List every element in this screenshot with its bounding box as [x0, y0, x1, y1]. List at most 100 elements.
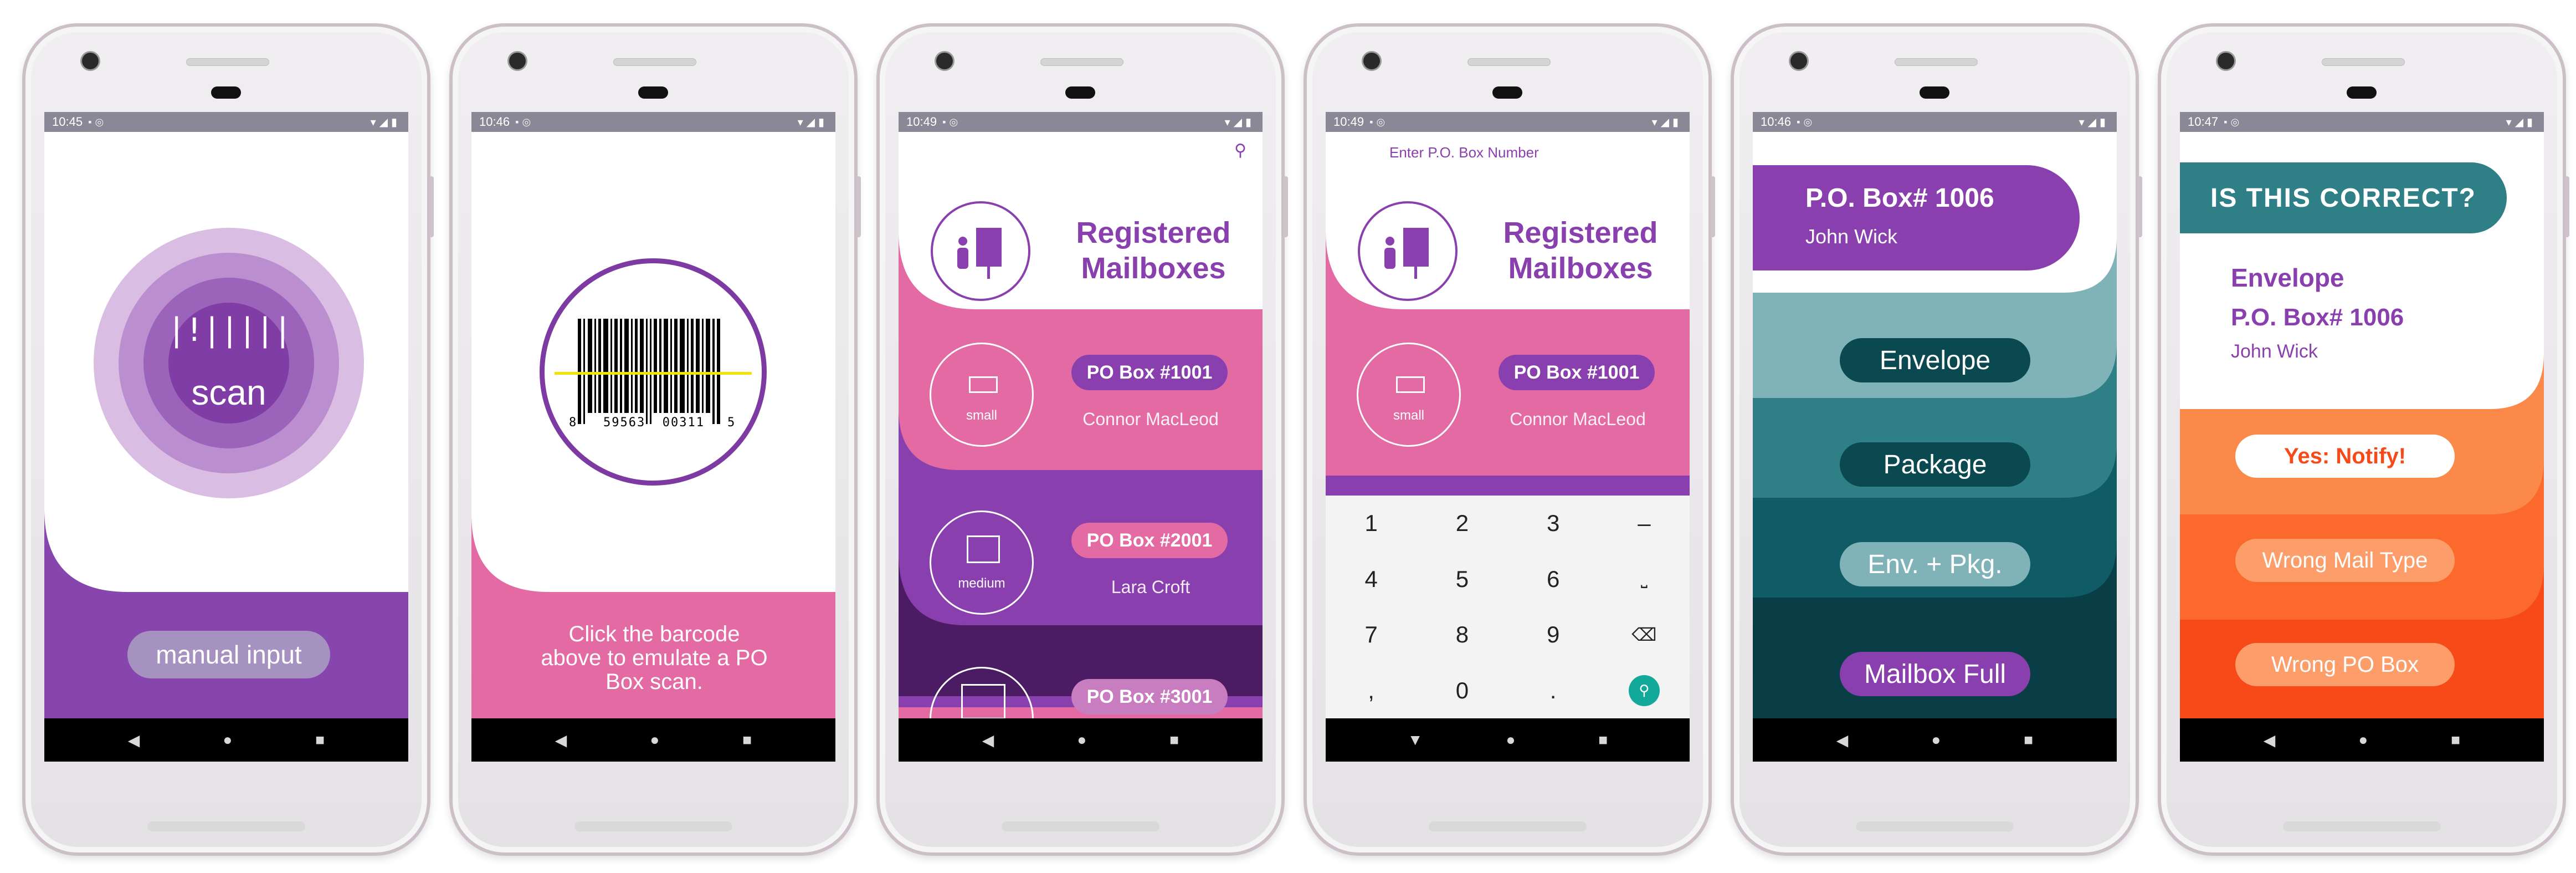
- search-icon: ⚲: [1628, 675, 1660, 706]
- power-button: [1284, 176, 1288, 237]
- recents-icon[interactable]: ■: [2451, 731, 2460, 749]
- list-item[interactable]: small PO Box #1001 Connor MacLeod: [1326, 343, 1690, 453]
- envelope-and-package-button[interactable]: Env. + Pkg.: [1840, 542, 2030, 586]
- recents-icon[interactable]: ■: [1169, 731, 1179, 749]
- title-line-2: Mailboxes: [1081, 252, 1226, 285]
- key-2[interactable]: 2: [1417, 496, 1507, 552]
- bottom-speaker: [574, 821, 732, 831]
- key-period[interactable]: .: [1508, 663, 1599, 719]
- nav-bar: ◀ ● ■: [471, 718, 835, 762]
- back-icon[interactable]: ◀: [1836, 731, 1849, 749]
- notification-icons: ▪◎: [1797, 116, 1816, 127]
- notification-icons: ▪◎: [515, 116, 535, 127]
- recents-icon[interactable]: ■: [2024, 731, 2033, 749]
- mailbox-full-button[interactable]: Mailbox Full: [1840, 652, 2030, 696]
- yes-notify-button[interactable]: Yes: Notify!: [2235, 435, 2455, 478]
- size-label: medium: [958, 576, 1005, 591]
- package-button[interactable]: Package: [1840, 442, 2030, 487]
- home-icon[interactable]: ●: [1931, 731, 1941, 749]
- backspace-icon[interactable]: ⌫: [1599, 607, 1690, 663]
- nav-bar: ◀ ● ■: [1753, 718, 2117, 762]
- bottom-speaker: [1856, 821, 2014, 831]
- key-7[interactable]: 7: [1326, 607, 1417, 663]
- envelope-label: Envelope: [1879, 345, 1991, 375]
- key-4[interactable]: 4: [1326, 552, 1417, 607]
- front-camera: [1363, 53, 1380, 69]
- status-bar: 10:45 ▪◎ ▾◢▮: [44, 112, 408, 132]
- key-comma[interactable]: ,: [1326, 663, 1417, 719]
- speaker-grill: [1467, 58, 1551, 66]
- key-search[interactable]: ⚲: [1599, 663, 1690, 719]
- key-1[interactable]: 1: [1326, 496, 1417, 552]
- title-line-1: Registered: [1503, 216, 1658, 249]
- home-icon[interactable]: ●: [650, 731, 659, 749]
- home-icon[interactable]: ●: [1506, 731, 1515, 749]
- title-line-2: Mailboxes: [1508, 252, 1653, 285]
- key-8[interactable]: 8: [1417, 607, 1507, 663]
- notification-icons: ▪◎: [1369, 116, 1389, 127]
- recents-icon[interactable]: ■: [315, 731, 325, 749]
- sensor: [1920, 86, 1949, 99]
- wrong-pobox-label: Wrong PO Box: [2271, 652, 2419, 677]
- owner-name: Connor MacLeod: [1082, 409, 1219, 429]
- size-label: small: [966, 408, 997, 423]
- wrong-mail-type-button[interactable]: Wrong Mail Type: [2235, 539, 2455, 582]
- list-item[interactable]: medium PO Box #2001 Lara Croft: [899, 510, 1263, 621]
- pobox-number: PO Box #1001: [1513, 361, 1640, 383]
- back-icon[interactable]: ▼: [1408, 731, 1423, 749]
- key-5[interactable]: 5: [1417, 552, 1507, 607]
- signal-battery-icons: ▾◢▮: [1651, 116, 1682, 129]
- notification-icons: ▪◎: [942, 116, 962, 127]
- status-bar: 10:49 ▪◎ ▾◢▮: [1326, 112, 1690, 132]
- back-icon[interactable]: ◀: [128, 731, 140, 749]
- status-time: 10:45: [52, 115, 83, 129]
- home-icon[interactable]: ●: [223, 731, 232, 749]
- envelope-and-package-label: Env. + Pkg.: [1867, 549, 2003, 579]
- manual-input-label: manual input: [156, 640, 302, 669]
- status-bar: 10:46 ▪◎ ▾◢▮: [471, 112, 835, 132]
- front-camera: [82, 53, 99, 69]
- back-icon[interactable]: ◀: [982, 731, 994, 749]
- key-3[interactable]: 3: [1508, 496, 1599, 552]
- envelope-button[interactable]: Envelope: [1840, 338, 2030, 382]
- power-button: [429, 176, 434, 237]
- status-time: 10:46: [479, 115, 510, 129]
- recents-icon[interactable]: ■: [742, 731, 752, 749]
- signal-battery-icons: ▾◢▮: [370, 116, 401, 129]
- list-item[interactable]: PO Box #3001: [899, 667, 1263, 718]
- front-camera: [936, 53, 953, 69]
- key-minus[interactable]: –: [1599, 496, 1690, 552]
- nav-bar: ▼ ● ■: [1326, 718, 1690, 762]
- page-title: Registered Mailboxes: [1065, 215, 1242, 286]
- search-icon[interactable]: ⚲: [1234, 141, 1246, 160]
- barcode-button[interactable]: 8 59563 00311 5: [540, 258, 767, 486]
- back-icon[interactable]: ◀: [555, 731, 567, 749]
- package-icon: [967, 535, 1000, 563]
- pobox-number: PO Box #1001: [1086, 361, 1213, 383]
- search-input[interactable]: Enter P.O. Box Number: [1389, 144, 1539, 161]
- key-0[interactable]: 0: [1417, 663, 1507, 719]
- mailbox-full-label: Mailbox Full: [1864, 659, 2007, 689]
- wrong-pobox-button[interactable]: Wrong PO Box: [2235, 643, 2455, 686]
- list-item[interactable]: small PO Box #1001 Connor MacLeod: [899, 343, 1263, 453]
- power-button: [856, 176, 861, 237]
- home-icon[interactable]: ●: [1077, 731, 1086, 749]
- manual-input-button[interactable]: manual input: [127, 631, 330, 678]
- recents-icon[interactable]: ■: [1598, 731, 1608, 749]
- scan-button[interactable]: |!||||| scan: [94, 228, 364, 498]
- key-9[interactable]: 9: [1508, 607, 1599, 663]
- back-icon[interactable]: ◀: [2264, 731, 2276, 749]
- scan-label: scan: [191, 372, 266, 412]
- phone-3: 10:49 ▪◎ ▾◢▮ ⚲ Registered Mailboxes smal…: [876, 23, 1288, 856]
- owner-name: John Wick: [1805, 225, 1898, 248]
- phone-2: 10:46 ▪◎ ▾◢▮ 8 59563 00311 5 Click the b…: [449, 23, 861, 856]
- screen-mailboxes: 10:49 ▪◎ ▾◢▮ ⚲ Registered Mailboxes smal…: [899, 112, 1263, 762]
- key-6[interactable]: 6: [1508, 552, 1599, 607]
- screen-mail-type: 10:46 ▪◎ ▾◢▮ P.O. Box# 1006 John Wick En…: [1753, 112, 2117, 762]
- key-space[interactable]: ⎵: [1599, 552, 1690, 607]
- home-icon[interactable]: ●: [2358, 731, 2368, 749]
- phone-6: 10:47 ▪◎ ▾◢▮ IS THIS CORRECT? Envelope P…: [2158, 23, 2569, 856]
- screen-search: 10:49 ▪◎ ▾◢▮ Enter P.O. Box Number Regis…: [1326, 112, 1690, 762]
- screen-confirm: 10:47 ▪◎ ▾◢▮ IS THIS CORRECT? Envelope P…: [2180, 112, 2544, 762]
- owner-name: Connor MacLeod: [1510, 409, 1646, 429]
